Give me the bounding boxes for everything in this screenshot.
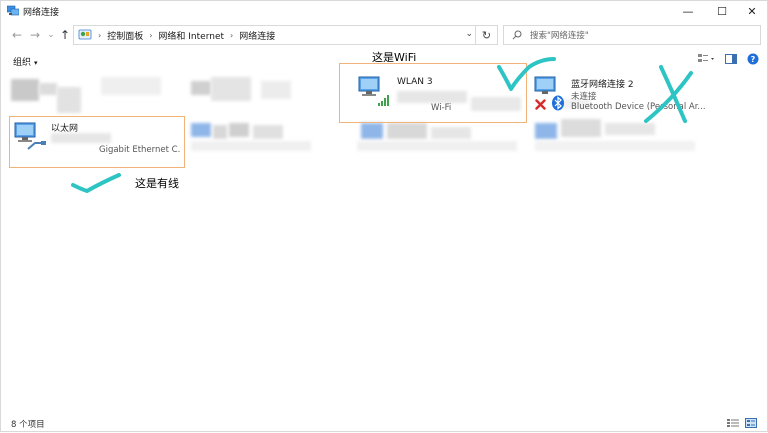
ethernet-checkmark-annotation: [71, 173, 121, 193]
annotation-overlay: [71, 57, 693, 193]
bluetooth-cross-annotation: [644, 65, 693, 123]
item-count: 8 个项目: [11, 420, 45, 430]
wifi-annotation-label: 这是WiFi: [372, 51, 417, 64]
network-connections-window: 网络连接 — ☐ ✕ ← → ⌄ ↑ › 控制面板 › 网络和 Internet…: [0, 0, 768, 432]
wired-annotation-label: 这是有线: [135, 177, 179, 190]
details-view-icon[interactable]: [727, 418, 739, 428]
wifi-checkmark-annotation: [497, 57, 556, 91]
status-bar: 8 个项目: [1, 415, 767, 431]
tiles-view-icon[interactable]: [745, 418, 757, 428]
